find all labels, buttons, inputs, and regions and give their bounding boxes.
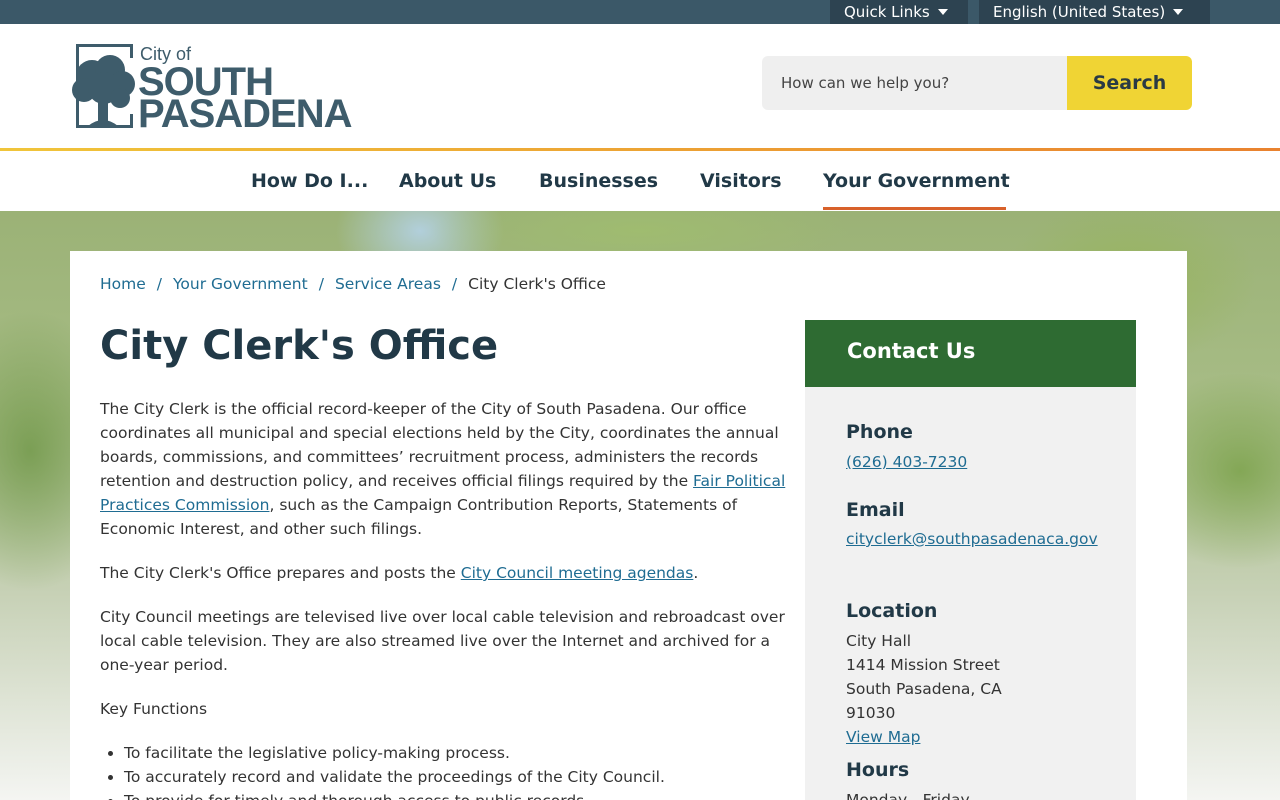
broadcast-paragraph: City Council meetings are televised live… (100, 608, 785, 674)
council-agendas-link[interactable]: City Council meeting agendas (461, 564, 694, 582)
agendas-text-end: . (693, 564, 699, 582)
agendas-paragraph: The City Clerk's Office prepares and pos… (100, 561, 790, 585)
quick-links-label: Quick Links (844, 3, 930, 21)
site-header: City of SOUTH PASADENA Search (0, 24, 1280, 150)
language-dropdown[interactable]: English (United States) (979, 0, 1210, 24)
location-city: South Pasadena, CA (846, 680, 1002, 698)
main-nav: How Do I... About Us Businesses Visitors… (0, 151, 1280, 211)
search-button[interactable]: Search (1067, 56, 1192, 110)
email-link[interactable]: cityclerk@southpasadenaca.gov (846, 527, 1106, 551)
content-card: Home / Your Government / Service Areas / City … (70, 251, 1187, 800)
utility-bar: Quick Links English (United States) (0, 0, 1280, 24)
intro-paragraph: The City Clerk is the official record-ke… (100, 397, 790, 541)
chevron-down-icon (1173, 9, 1184, 15)
hours-days: Monday - Friday (846, 791, 970, 800)
phone-link[interactable]: (626) 403-7230 (846, 450, 1106, 474)
location-label: Location (846, 600, 938, 622)
location-street: 1414 Mission Street (846, 656, 1000, 674)
contact-panel: Phone (626) 403-7230 Email cityclerk@sou… (805, 387, 1136, 800)
view-map-link[interactable]: View Map (846, 725, 1106, 749)
location-name: City Hall (846, 632, 912, 650)
nav-active-indicator (823, 207, 1006, 210)
key-functions-heading: Key Functions (100, 700, 208, 718)
hours-label: Hours (846, 759, 910, 781)
key-functions-list: To facilitate the legislative policy-mak… (124, 741, 784, 800)
breadcrumb-separator: / (156, 275, 163, 293)
list-item: To provide for timely and thorough acces… (124, 789, 784, 800)
list-item: To facilitate the legislative policy-mak… (124, 741, 784, 765)
oak-tree-icon (72, 55, 135, 126)
breadcrumb-current: City Clerk's Office (468, 275, 606, 293)
page-title: City Clerk's Office (100, 323, 499, 369)
nav-about-us[interactable]: About Us (399, 170, 496, 192)
nav-visitors[interactable]: Visitors (700, 170, 782, 192)
email-label: Email (846, 499, 905, 521)
agendas-text: The City Clerk's Office prepares and pos… (100, 564, 461, 582)
search-input[interactable] (762, 56, 1067, 110)
list-item: To accurately record and validate the pr… (124, 765, 784, 789)
logo-pasadena: PASADENA (138, 92, 353, 136)
breadcrumb-separator: / (318, 275, 324, 293)
breadcrumb-separator: / (451, 275, 458, 293)
phone-label: Phone (846, 421, 913, 443)
breadcrumb-home[interactable]: Home (100, 275, 146, 293)
breadcrumb-your-government[interactable]: Your Government (173, 275, 308, 293)
search-form: Search (762, 56, 1192, 110)
city-logo[interactable]: City of SOUTH PASADENA (70, 42, 353, 136)
nav-how-do-i[interactable]: How Do I... (251, 170, 368, 192)
chevron-down-icon (937, 9, 948, 15)
intro-text: The City Clerk is the official record-ke… (100, 400, 779, 490)
contact-us-heading: Contact Us (805, 320, 1136, 387)
language-label: English (United States) (993, 3, 1166, 21)
breadcrumb: Home / Your Government / Service Areas / City … (100, 275, 606, 293)
nav-your-government[interactable]: Your Government (823, 170, 1010, 192)
location-zip: 91030 (846, 704, 896, 722)
breadcrumb-service-areas[interactable]: Service Areas (335, 275, 441, 293)
nav-businesses[interactable]: Businesses (539, 170, 658, 192)
quick-links-dropdown[interactable]: Quick Links (830, 0, 968, 24)
